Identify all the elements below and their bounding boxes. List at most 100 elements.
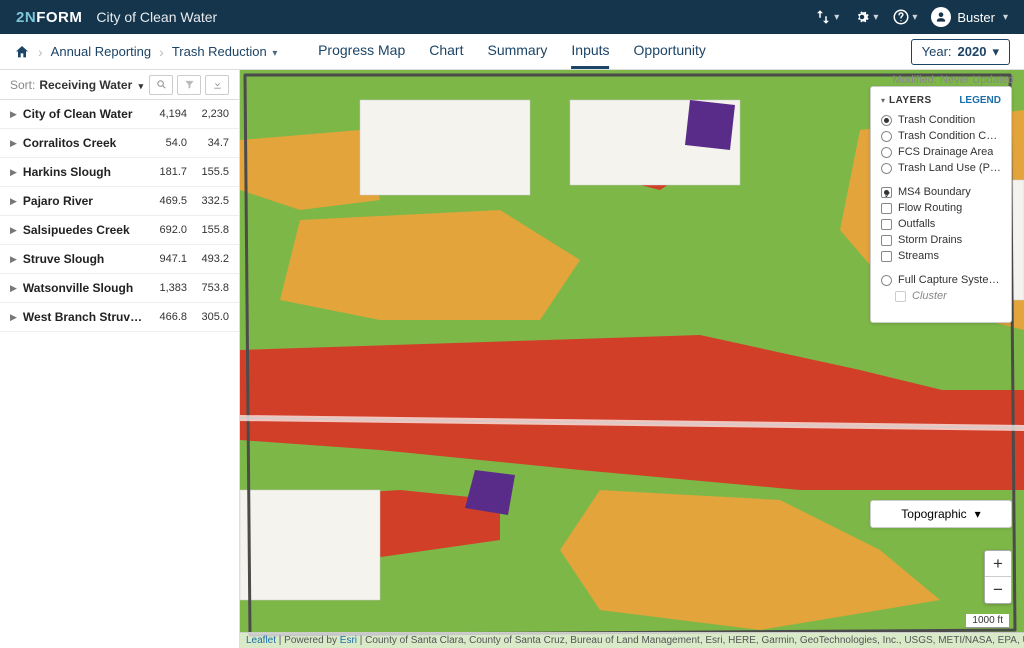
map[interactable]: Modified: Never Updated [240, 70, 1024, 648]
layer-radio[interactable]: Trash Land Use (PLU) [881, 160, 1001, 176]
radio-icon [881, 131, 892, 142]
layer-label: Trash Condition [898, 114, 975, 126]
tab-progress-map[interactable]: Progress Map [318, 34, 405, 69]
row-col2: 332.5 [187, 195, 229, 207]
header-right: ▾ ▾ ▾ Buster ▾ [814, 7, 1008, 27]
layer-checkbox[interactable]: MS4 Boundary [881, 184, 1001, 200]
zoom-in-button[interactable]: + [985, 551, 1011, 577]
breadcrumb-trash-reduction[interactable]: Trash Reduction ▾ [172, 44, 278, 59]
caret-right-icon: ▶ [10, 254, 17, 265]
search-icon[interactable] [149, 75, 173, 95]
row-col1: 692.0 [145, 224, 187, 236]
layer-fcs[interactable]: Full Capture Systems (FCS) [881, 272, 1001, 288]
tab-inputs[interactable]: Inputs [571, 34, 609, 69]
checkbox-icon [881, 219, 892, 230]
basemap-picker[interactable]: Topographic ▾ [870, 500, 1012, 528]
list-item[interactable]: ▶Pajaro River469.5332.5 [0, 187, 239, 216]
list-item[interactable]: ▶Corralitos Creek54.034.7 [0, 129, 239, 158]
radio-icon [881, 147, 892, 158]
caret-right-icon: ▶ [10, 312, 17, 323]
row-col2: 2,230 [187, 108, 229, 120]
row-col1: 466.8 [145, 311, 187, 323]
layer-radio[interactable]: Trash Condition Certainty [881, 128, 1001, 144]
layer-checkbox[interactable]: Flow Routing [881, 200, 1001, 216]
list-item[interactable]: ▶Harkins Slough181.7155.5 [0, 158, 239, 187]
row-col2: 305.0 [187, 311, 229, 323]
row-col2: 753.8 [187, 282, 229, 294]
list-item[interactable]: ▶ Salsipuedes Creek692.0155.8 [0, 216, 239, 245]
chevron-down-icon: ▾ [272, 48, 277, 59]
chevron-right-icon: › [159, 44, 164, 60]
row-col2: 493.2 [187, 253, 229, 265]
row-name: West Branch Struve Slo... [23, 310, 145, 324]
tabs: Progress Map Chart Summary Inputs Opport… [318, 34, 706, 69]
checkbox-icon [881, 235, 892, 246]
row-name: City of Clean Water [23, 107, 145, 121]
row-name: Watsonville Slough [23, 281, 145, 295]
year-label: Year: [922, 44, 952, 59]
layer-check-group: MS4 Boundary Flow Routing Outfalls Storm Dr… [881, 184, 1001, 264]
user-menu[interactable]: Buster ▾ [931, 7, 1008, 27]
leaflet-link[interactable]: Leaflet [246, 635, 276, 646]
row-name: Corralitos Creek [23, 136, 145, 150]
list-item[interactable]: ▶City of Clean Water4,1942,230 [0, 100, 239, 129]
row-col2: 155.8 [187, 224, 229, 236]
tab-chart[interactable]: Chart [429, 34, 463, 69]
basemap-label: Topographic [901, 507, 966, 521]
sort-arrows-icon[interactable]: ▾ [814, 8, 839, 26]
brand-name: FORM [36, 9, 82, 26]
year-value: 2020 [958, 44, 987, 59]
caret-right-icon: ▶ [10, 109, 17, 120]
caret-right-icon: ▶ [10, 283, 17, 294]
breadcrumb-annual-reporting[interactable]: Annual Reporting [51, 44, 151, 59]
sidebar: Sort: Receiving Water ▾ ▶City of Clean W… [0, 70, 240, 648]
legend-link[interactable]: LEGEND [959, 95, 1001, 106]
row-col2: 34.7 [187, 137, 229, 149]
row-name: Salsipuedes Creek [23, 223, 145, 237]
list-item[interactable]: ▶Struve Slough947.1493.2 [0, 245, 239, 274]
download-icon[interactable] [205, 75, 229, 95]
caret-right-icon: ▶ [10, 225, 17, 236]
zoom-out-button[interactable]: − [985, 577, 1011, 603]
gear-icon[interactable]: ▾ [853, 8, 878, 26]
radio-icon [881, 275, 892, 286]
layer-checkbox[interactable]: Storm Drains [881, 232, 1001, 248]
list-item[interactable]: ▶ West Branch Struve Slo...466.8305.0 [0, 303, 239, 332]
layer-radio[interactable]: Trash Condition [881, 112, 1001, 128]
layer-label: Streams [898, 250, 939, 262]
top-header: 2NFORM City of Clean Water ▾ ▾ ▾ Buster … [0, 0, 1024, 34]
content: Sort: Receiving Water ▾ ▶City of Clean W… [0, 70, 1024, 648]
tab-summary[interactable]: Summary [487, 34, 547, 69]
avatar-icon [931, 7, 951, 27]
row-col1: 1,383 [145, 282, 187, 294]
layer-label: Cluster [912, 290, 947, 302]
layer-checkbox[interactable]: Streams [881, 248, 1001, 264]
layer-label: MS4 Boundary [898, 186, 971, 198]
esri-link[interactable]: Esri [340, 635, 357, 646]
layer-radio[interactable]: FCS Drainage Area [881, 144, 1001, 160]
home-icon[interactable] [14, 44, 30, 60]
list-item[interactable]: ▶ Watsonville Slough1,383753.8 [0, 274, 239, 303]
row-col1: 54.0 [145, 137, 187, 149]
help-icon[interactable]: ▾ [892, 8, 917, 26]
filter-icon[interactable] [177, 75, 201, 95]
layer-fcs-cluster[interactable]: Cluster [895, 288, 1001, 304]
modified-label: Modified: Never Updated [892, 74, 1014, 86]
layer-label: Trash Condition Certainty [898, 130, 1001, 142]
tab-opportunity[interactable]: Opportunity [634, 34, 706, 69]
row-col2: 155.5 [187, 166, 229, 178]
row-col1: 947.1 [145, 253, 187, 265]
checkbox-icon [881, 251, 892, 262]
year-picker[interactable]: Year: 2020 ▾ [911, 39, 1010, 65]
attrib-text: | County of Santa Clara, County of Santa… [357, 635, 1024, 646]
radio-icon [881, 115, 892, 126]
layer-label: Full Capture Systems (FCS) [898, 274, 1001, 286]
map-attribution: Leaflet | Powered by Esri | County of Sa… [240, 632, 1024, 648]
layer-checkbox[interactable]: Outfalls [881, 216, 1001, 232]
brand-logo[interactable]: 2NFORM [16, 9, 82, 26]
layers-panel: ▾ LAYERS LEGEND Trash ConditionTrash Con… [870, 86, 1012, 323]
layer-label: Outfalls [898, 218, 935, 230]
scale-bar: 1000 ft [965, 614, 1010, 628]
user-name: Buster [957, 10, 995, 25]
sort-dropdown[interactable]: Receiving Water ▾ [39, 78, 143, 92]
